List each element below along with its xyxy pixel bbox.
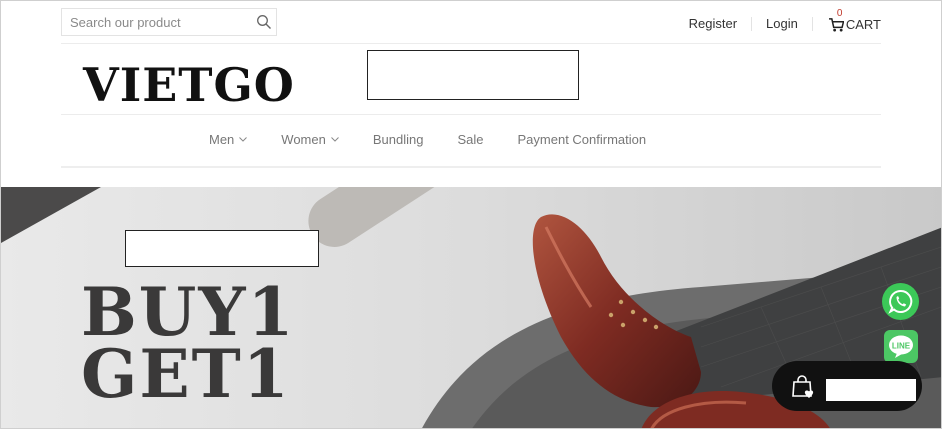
nav-item-payment-confirmation[interactable]: Payment Confirmation bbox=[518, 132, 647, 147]
nav-item-label: Bundling bbox=[372, 132, 424, 147]
line-icon-text: LINE bbox=[892, 342, 911, 351]
wishlist-button[interactable] bbox=[772, 361, 922, 411]
page-frame: Register Login 0 CART VIETGO Men Women B… bbox=[0, 0, 942, 429]
site-logo[interactable]: VIETGO bbox=[83, 59, 295, 111]
main-nav: Men Women Bundling Sale Payment Confirma… bbox=[209, 132, 680, 147]
promo-headline: BUY1 GET1 bbox=[81, 273, 296, 413]
search-icon[interactable] bbox=[256, 14, 272, 30]
line-chat-button[interactable]: LINE bbox=[884, 330, 918, 363]
cart-count: 0 bbox=[836, 7, 843, 19]
shopping-bag-heart-icon bbox=[792, 375, 814, 398]
cart-icon bbox=[828, 17, 844, 32]
nav-item-bundling[interactable]: Bundling bbox=[373, 132, 424, 147]
account-links: Register Login 0 CART bbox=[675, 8, 881, 33]
cart-label: CART bbox=[845, 16, 881, 32]
nav-item-label: Men bbox=[209, 132, 235, 147]
nav-item-women[interactable]: Women bbox=[281, 132, 339, 147]
search-input[interactable] bbox=[62, 9, 242, 35]
divider bbox=[61, 114, 881, 115]
nav-item-label: Payment Confirmation bbox=[517, 132, 647, 147]
chevron-down-icon bbox=[331, 137, 339, 142]
redacted-box bbox=[826, 379, 916, 401]
divider bbox=[61, 43, 881, 44]
chevron-down-icon bbox=[239, 137, 248, 142]
whatsapp-button[interactable] bbox=[882, 283, 919, 320]
cart-button[interactable]: 0 CART bbox=[813, 8, 881, 32]
redacted-box bbox=[125, 230, 319, 267]
search-box[interactable] bbox=[61, 8, 277, 36]
line-icon: LINE bbox=[889, 335, 913, 358]
whatsapp-icon bbox=[888, 289, 913, 314]
nav-item-sale[interactable]: Sale bbox=[457, 132, 483, 147]
register-link[interactable]: Register bbox=[675, 17, 753, 31]
nav-item-men[interactable]: Men bbox=[209, 132, 248, 147]
login-link[interactable]: Login bbox=[752, 17, 813, 31]
promo-line-2: GET1 bbox=[81, 335, 291, 413]
promo-line-1: BUY1 bbox=[81, 273, 296, 351]
nav-item-label: Sale bbox=[457, 132, 484, 147]
divider bbox=[61, 166, 881, 168]
redacted-box bbox=[367, 50, 579, 100]
nav-item-label: Women bbox=[281, 132, 326, 147]
